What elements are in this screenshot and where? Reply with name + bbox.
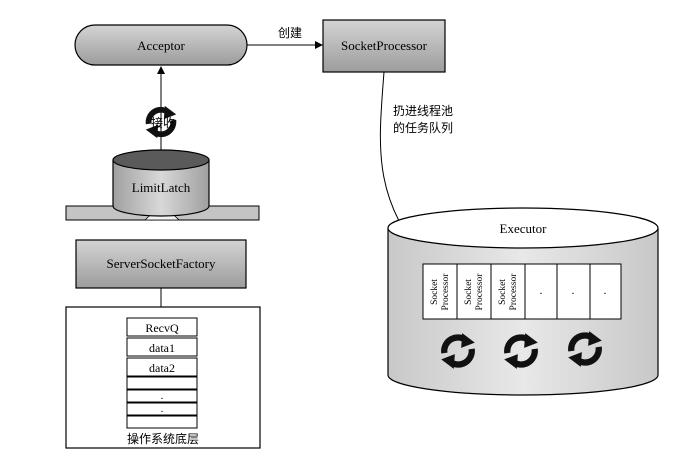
queue-cell-text: data1 — [149, 341, 175, 355]
queue-cell-text: . — [161, 403, 164, 415]
task-slot-text: . — [604, 285, 607, 297]
create-label: 创建 — [278, 26, 302, 40]
limit-latch-label: LimitLatch — [132, 180, 191, 195]
task-slot-text: Socket — [464, 279, 474, 305]
task-slot-text: Processor — [441, 273, 451, 311]
task-slot-text: Processor — [475, 273, 485, 311]
os-label: 操作系统底层 — [127, 431, 199, 446]
socket-processor-node: SocketProcessor — [322, 19, 446, 73]
acceptor-node: Acceptor — [74, 24, 248, 66]
queue-cell — [126, 376, 198, 390]
task-slot-text: . — [540, 285, 543, 297]
task-slot-text: Socket — [430, 279, 440, 305]
executor-task-queue: Socket Processor Socket Processor Socket… — [422, 263, 622, 320]
tomcat-connector-diagram: Acceptor 创建 SocketProcessor 接收 LimitLatc… — [65, 19, 659, 449]
socket-processor-label: SocketProcessor — [341, 38, 428, 53]
task-slot-text: . — [572, 285, 575, 297]
dispatch-label-line1: 扔进线程池 — [393, 103, 453, 118]
acceptor-label: Acceptor — [137, 38, 185, 53]
server-socket-factory-label: ServerSocketFactory — [106, 256, 216, 271]
queue-cell-text: data2 — [149, 361, 175, 375]
task-slot-text: Processor — [509, 273, 519, 311]
limit-latch-node: LimitLatch — [112, 149, 210, 217]
dispatch-label-line2: 的任务队列 — [393, 120, 453, 135]
task-slot-text: Socket — [498, 279, 508, 305]
task-slot — [456, 263, 492, 320]
queue-cell — [126, 415, 198, 429]
executor-label: Executor — [500, 221, 548, 236]
queue-cell-text: RecvQ — [145, 321, 179, 335]
recv-queue: RecvQ data1 data2 . . — [126, 317, 198, 429]
accept-label: 接收 — [151, 115, 175, 130]
task-slot — [422, 263, 458, 320]
server-socket-factory-node: ServerSocketFactory — [75, 239, 247, 289]
queue-cell-text: . — [161, 390, 164, 402]
task-slot — [490, 263, 526, 320]
